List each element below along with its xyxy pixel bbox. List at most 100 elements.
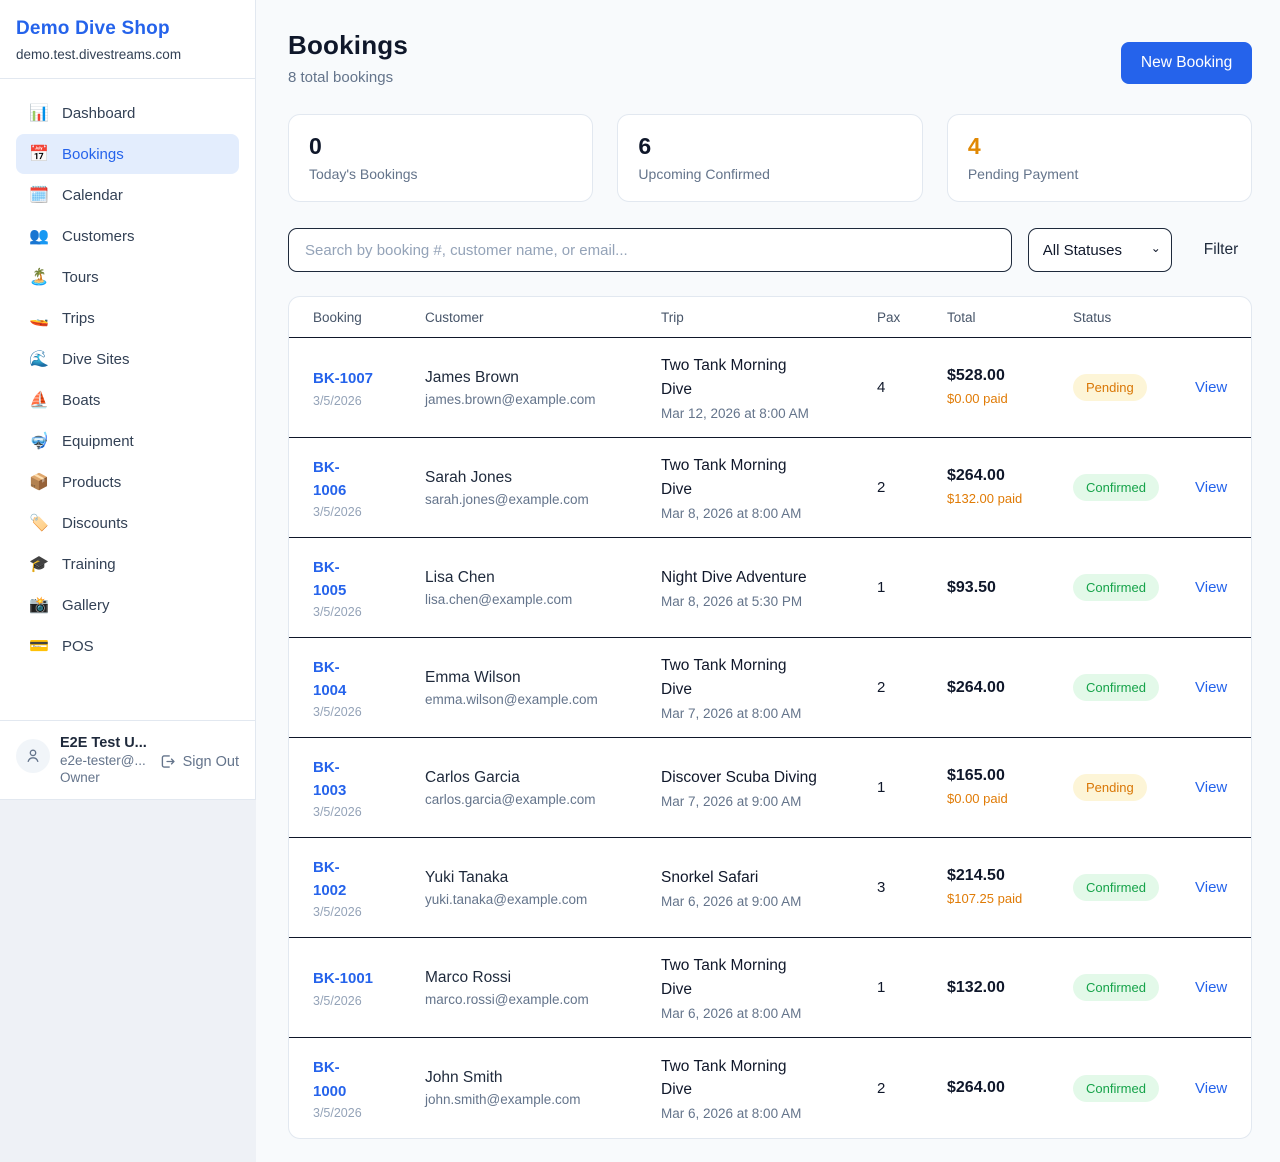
bookings-calendar-icon: 📅: [28, 144, 50, 164]
view-link[interactable]: View: [1195, 479, 1227, 496]
sidebar-item-dive-sites[interactable]: 🌊Dive Sites: [16, 339, 239, 379]
status-cell: Confirmed: [1073, 574, 1195, 601]
total-cell: $264.00 $132.00 paid: [947, 467, 1073, 508]
sidebar-item-label: Customers: [62, 228, 135, 245]
sidebar-item-tours[interactable]: 🏝️Tours: [16, 257, 239, 297]
brand-name: Demo Dive Shop: [16, 18, 239, 40]
bookings-table: Booking Customer Trip Pax Total Status B…: [288, 296, 1252, 1139]
paid-amount: $0.00 paid: [947, 790, 1027, 808]
booking-date: 3/5/2026: [313, 905, 425, 919]
booking-date: 3/5/2026: [313, 394, 425, 408]
customer-name: John Smith: [425, 1069, 661, 1087]
trip-datetime: Mar 7, 2026 at 8:00 AM: [661, 706, 877, 721]
stat-value: 4: [968, 133, 1231, 160]
customer-name: Sarah Jones: [425, 469, 661, 487]
sidebar-item-products[interactable]: 📦Products: [16, 462, 239, 502]
user-email: e2e-tester@...: [60, 753, 149, 768]
trip-name: Two Tank Morning Dive: [661, 654, 821, 701]
user-info: E2E Test U... e2e-tester@... Owner: [60, 735, 149, 785]
customer-email: sarah.jones@example.com: [425, 492, 661, 507]
sign-out-button[interactable]: Sign Out: [159, 753, 239, 770]
booking-id-link[interactable]: BK- 1003: [313, 756, 425, 803]
status-filter-wrap: All Statuses ⌄: [1028, 228, 1172, 272]
trip-name: Snorkel Safari: [661, 866, 821, 889]
trip-cell: Snorkel Safari Mar 6, 2026 at 9:00 AM: [661, 866, 877, 909]
filter-controls: All Statuses ⌄ Filter: [288, 228, 1252, 272]
customer-cell: Lisa Chen lisa.chen@example.com: [425, 569, 661, 607]
status-filter-select[interactable]: All Statuses: [1028, 228, 1172, 272]
booking-id-link[interactable]: BK-1007: [313, 367, 425, 390]
booking-id-link[interactable]: BK- 1004: [313, 656, 425, 703]
booking-id-link[interactable]: BK- 1005: [313, 556, 425, 603]
status-badge: Confirmed: [1073, 574, 1159, 601]
sidebar-item-label: Boats: [62, 392, 100, 409]
view-link[interactable]: View: [1195, 579, 1227, 596]
page-header: Bookings 8 total bookings New Booking: [288, 30, 1252, 86]
filter-button[interactable]: Filter: [1188, 241, 1252, 259]
boats-sailboat-icon: ⛵: [28, 390, 50, 410]
view-link[interactable]: View: [1195, 379, 1227, 396]
customer-cell: John Smith john.smith@example.com: [425, 1069, 661, 1107]
customer-cell: Marco Rossi marco.rossi@example.com: [425, 969, 661, 1007]
sidebar-item-customers[interactable]: 👥Customers: [16, 216, 239, 256]
booking-id-link[interactable]: BK- 1000: [313, 1056, 425, 1103]
total-cell: $165.00 $0.00 paid: [947, 767, 1073, 808]
stat-card-upcoming-confirmed: 6 Upcoming Confirmed: [617, 114, 922, 202]
stat-label: Today's Bookings: [309, 166, 572, 182]
booking-id-link[interactable]: BK- 1006: [313, 456, 425, 503]
column-header-pax: Pax: [877, 310, 947, 325]
status-cell: Confirmed: [1073, 1075, 1195, 1102]
search-input[interactable]: [288, 228, 1012, 272]
total-amount: $214.50: [947, 867, 1073, 885]
sidebar-item-discounts[interactable]: 🏷️Discounts: [16, 503, 239, 543]
booking-date: 3/5/2026: [313, 1106, 425, 1120]
view-link[interactable]: View: [1195, 879, 1227, 896]
sidebar-item-trips[interactable]: 🚤Trips: [16, 298, 239, 338]
status-badge: Confirmed: [1073, 474, 1159, 501]
view-link[interactable]: View: [1195, 679, 1227, 696]
trip-cell: Two Tank Morning Dive Mar 6, 2026 at 8:0…: [661, 1055, 877, 1122]
paid-amount: $132.00 paid: [947, 490, 1027, 508]
sidebar-item-boats[interactable]: ⛵ Boats: [16, 380, 239, 420]
view-link[interactable]: View: [1195, 979, 1227, 996]
customer-email: james.brown@example.com: [425, 392, 661, 407]
status-badge: Confirmed: [1073, 974, 1159, 1001]
booking-date: 3/5/2026: [313, 605, 425, 619]
sidebar-item-equipment[interactable]: 🤿Equipment: [16, 421, 239, 461]
status-cell: Confirmed: [1073, 474, 1195, 501]
view-link[interactable]: View: [1195, 779, 1227, 796]
trips-boat-icon: 🚤: [28, 308, 50, 328]
table-header-row: Booking Customer Trip Pax Total Status: [289, 297, 1251, 338]
training-cap-icon: 🎓: [28, 554, 50, 574]
sidebar-item-gallery[interactable]: 📸Gallery: [16, 585, 239, 625]
trip-datetime: Mar 6, 2026 at 8:00 AM: [661, 1106, 877, 1121]
sidebar-item-calendar[interactable]: 🗓️Calendar: [16, 175, 239, 215]
table-row: BK- 1004 3/5/2026 Emma Wilson emma.wilso…: [289, 638, 1251, 738]
trip-cell: Two Tank Morning Dive Mar 6, 2026 at 8:0…: [661, 954, 877, 1021]
sidebar-item-dashboard[interactable]: 📊Dashboard: [16, 93, 239, 133]
page-header-text: Bookings 8 total bookings: [288, 30, 408, 86]
avatar: [16, 739, 50, 773]
trip-name: Two Tank Morning Dive: [661, 454, 821, 501]
stat-label: Pending Payment: [968, 166, 1231, 182]
table-row: BK-1001 3/5/2026 Marco Rossi marco.rossi…: [289, 938, 1251, 1038]
customer-cell: Sarah Jones sarah.jones@example.com: [425, 469, 661, 507]
trip-cell: Two Tank Morning Dive Mar 8, 2026 at 8:0…: [661, 454, 877, 521]
booking-id-link[interactable]: BK-1001: [313, 967, 425, 990]
column-header-total: Total: [947, 310, 1073, 325]
status-badge: Confirmed: [1073, 874, 1159, 901]
customer-name: Yuki Tanaka: [425, 869, 661, 887]
sidebar-item-pos[interactable]: 💳POS: [16, 626, 239, 666]
customer-cell: Carlos Garcia carlos.garcia@example.com: [425, 769, 661, 807]
customer-name: Emma Wilson: [425, 669, 661, 687]
view-link[interactable]: View: [1195, 1080, 1227, 1097]
customer-name: James Brown: [425, 369, 661, 387]
sidebar-item-label: Equipment: [62, 433, 134, 450]
booking-id-link[interactable]: BK- 1002: [313, 856, 425, 903]
user-role: Owner: [60, 770, 149, 785]
booking-cell: BK-1001 3/5/2026: [313, 967, 425, 1007]
new-booking-button[interactable]: New Booking: [1121, 42, 1252, 84]
sidebar-item-training[interactable]: 🎓Training: [16, 544, 239, 584]
sidebar-item-label: Bookings: [62, 146, 124, 163]
sidebar-item-bookings[interactable]: 📅 Bookings: [16, 134, 239, 174]
